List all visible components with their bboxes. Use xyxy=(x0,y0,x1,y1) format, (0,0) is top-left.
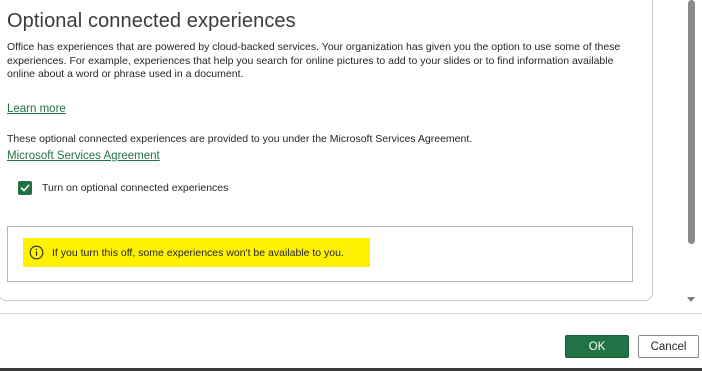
info-highlight: If you turn this off, some experiences w… xyxy=(23,238,370,267)
connected-experiences-checkbox[interactable] xyxy=(18,181,32,195)
vertical-scrollbar[interactable] xyxy=(683,0,699,312)
section-title: Optional connected experiences xyxy=(7,10,296,32)
section-description: Office has experiences that are powered … xyxy=(7,41,621,80)
info-circle-icon xyxy=(29,245,44,260)
scroll-down-arrow-icon[interactable] xyxy=(687,297,695,302)
services-agreement-text: These optional connected experiences are… xyxy=(7,133,473,145)
info-message-text: If you turn this off, some experiences w… xyxy=(52,246,344,259)
connected-experiences-option[interactable]: Turn on optional connected experiences xyxy=(18,180,228,196)
learn-more-link[interactable]: Learn more xyxy=(7,103,66,115)
checkmark-icon xyxy=(20,184,30,192)
connected-experiences-panel: Optional connected experiences Office ha… xyxy=(0,0,653,301)
cancel-button[interactable]: Cancel xyxy=(638,335,699,358)
checkbox-label: Turn on optional connected experiences xyxy=(42,182,229,194)
ok-button[interactable]: OK xyxy=(565,335,629,358)
footer-divider xyxy=(0,313,702,314)
scrollbar-thumb[interactable] xyxy=(688,0,695,244)
info-message-box: If you turn this off, some experiences w… xyxy=(7,226,633,282)
microsoft-services-agreement-link[interactable]: Microsoft Services Agreement xyxy=(7,150,160,162)
